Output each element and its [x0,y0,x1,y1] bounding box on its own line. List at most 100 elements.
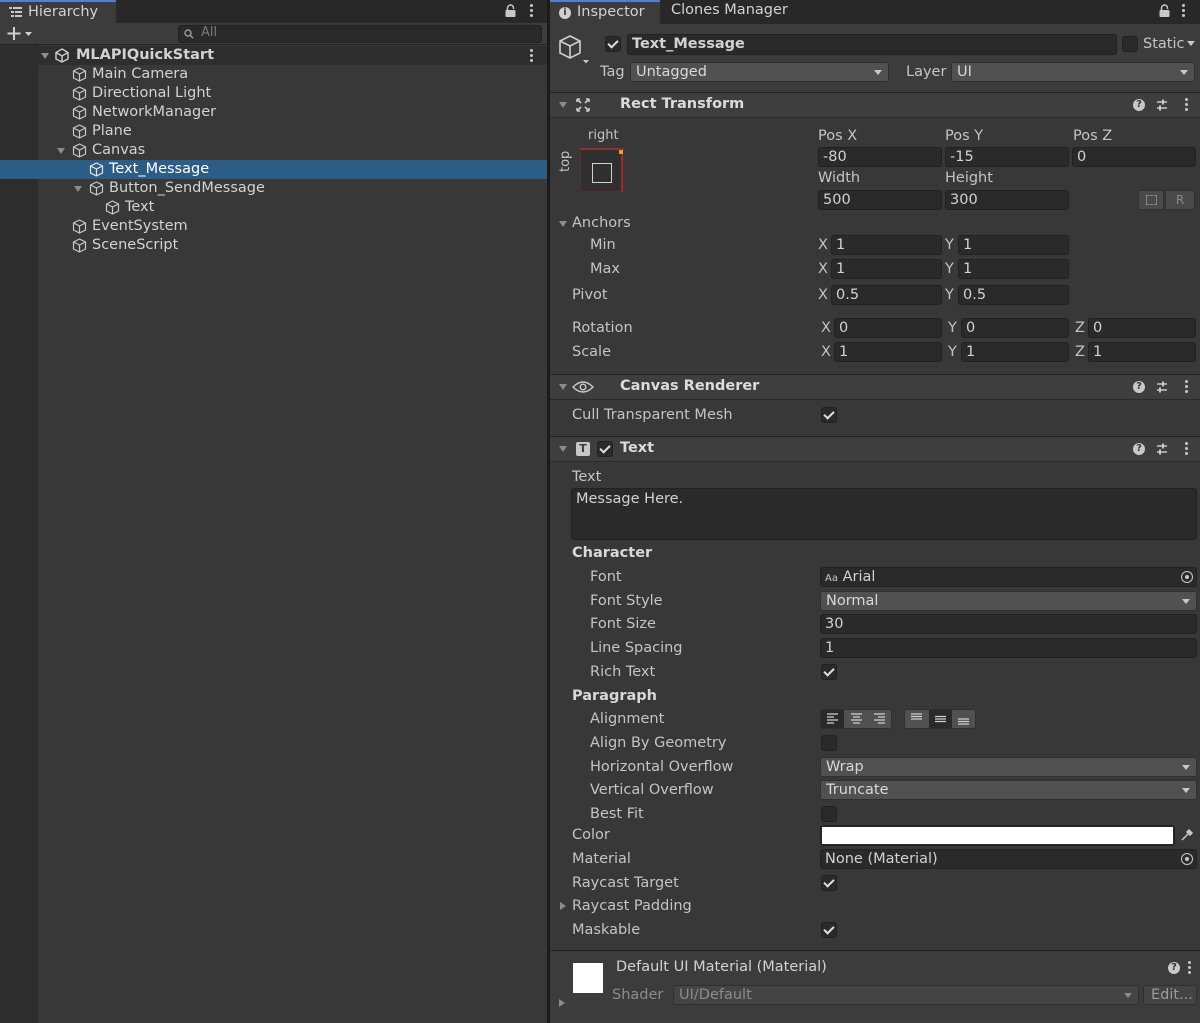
scene-menu-icon[interactable] [530,49,533,62]
object-picker-icon[interactable] [1181,853,1193,865]
shader-dropdown[interactable]: UI/Default [673,985,1139,1005]
canvas-renderer-header[interactable]: Canvas Renderer ? [550,374,1200,400]
height-field[interactable]: 300 [945,190,1069,210]
anchor-min-x-field[interactable]: 1 [831,235,942,255]
expand-arrow-icon[interactable] [41,53,49,59]
layer-dropdown[interactable]: UI [951,62,1195,82]
gameobject-icon[interactable] [558,34,594,68]
hierarchy-item-text-message[interactable]: Text_Message [0,160,547,179]
blueprint-mode-button[interactable] [1138,190,1164,210]
font-field[interactable]: Aa Arial [820,567,1197,587]
align-middle-button[interactable] [929,710,952,728]
font-size-field[interactable]: 30 [820,614,1197,634]
text-content-field[interactable]: Message Here. [571,488,1197,540]
hierarchy-item-directional-light[interactable]: Directional Light [0,84,547,103]
raycast-padding-fold-icon[interactable] [560,902,566,910]
shader-edit-button[interactable]: Edit... [1143,985,1197,1005]
object-name-field[interactable]: Text_Message [627,34,1117,55]
maskable-checkbox[interactable] [821,922,837,938]
material-field[interactable]: None (Material) [820,849,1197,869]
hierarchy-item-main-camera[interactable]: Main Camera [0,65,547,84]
vertical-overflow-dropdown[interactable]: Truncate [820,780,1197,800]
font-style-dropdown[interactable]: Normal [820,591,1197,611]
tab-clones-manager[interactable]: Clones Manager [671,2,788,18]
align-left-button[interactable] [821,710,844,728]
hierarchy-item-text[interactable]: Text [0,198,547,217]
horizontal-overflow-dropdown[interactable]: Wrap [820,757,1197,777]
tab-hierarchy[interactable]: Hierarchy [0,0,116,23]
expand-arrow-icon[interactable] [57,148,65,154]
help-icon[interactable]: ? [1133,443,1145,455]
pivot-x-field[interactable]: 0.5 [831,285,942,305]
hierarchy-item-plane[interactable]: Plane [0,122,547,141]
material-fold-icon[interactable] [559,999,565,1007]
pos-y-field[interactable]: -15 [945,147,1069,167]
hierarchy-menu-icon[interactable] [530,4,533,17]
fold-arrow-icon[interactable] [559,384,567,390]
lock-icon[interactable] [505,4,516,17]
hierarchy-item-button-sendmessage[interactable]: Button_SendMessage [0,179,547,198]
pos-z-field[interactable]: 0 [1072,147,1196,167]
scene-row[interactable]: MLAPIQuickStart [0,46,547,65]
align-bottom-button[interactable] [952,710,975,728]
rect-transform-header[interactable]: Rect Transform ? [550,92,1200,118]
anchor-max-y-field[interactable]: 1 [958,259,1069,279]
rotation-y-field[interactable]: 0 [961,318,1069,338]
scale-x-field[interactable]: 1 [834,342,942,362]
scale-z-field[interactable]: 1 [1088,342,1196,362]
rotation-z-field[interactable]: 0 [1088,318,1196,338]
eyedropper-icon[interactable] [1180,828,1194,842]
tag-dropdown[interactable]: Untagged [630,62,889,82]
help-icon[interactable]: ? [1133,381,1145,393]
best-fit-checkbox[interactable] [821,806,837,822]
anchors-fold-icon[interactable] [559,221,567,227]
material-preview[interactable] [573,963,603,993]
text-component-header[interactable]: T Text ? [550,436,1200,462]
maskable-label: Maskable [572,922,641,938]
static-checkbox[interactable] [1122,36,1138,52]
add-icon[interactable] [7,26,33,41]
align-right-button[interactable] [868,710,891,728]
pos-x-field[interactable]: -80 [818,147,942,167]
raycast-target-checkbox[interactable] [821,875,837,891]
tab-inspector[interactable]: i Inspector [550,0,660,24]
component-menu-icon[interactable] [1185,380,1188,393]
lock-icon[interactable] [1159,4,1170,17]
presets-icon[interactable] [1155,380,1169,394]
inspector-menu-icon[interactable] [1182,4,1185,17]
rotation-x-field[interactable]: 0 [834,318,942,338]
anchor-min-y-field[interactable]: 1 [958,235,1069,255]
line-spacing-field[interactable]: 1 [820,638,1197,658]
material-menu-icon[interactable] [1188,961,1191,974]
fold-arrow-icon[interactable] [559,102,567,108]
expand-arrow-icon[interactable] [74,186,82,192]
anchor-presets-button[interactable] [580,148,624,192]
presets-icon[interactable] [1155,98,1169,112]
hierarchy-item-network-manager[interactable]: NetworkManager [0,103,547,122]
rich-text-checkbox[interactable] [821,664,837,680]
pivot-y-field[interactable]: 0.5 [958,285,1069,305]
color-field[interactable] [820,825,1175,846]
hierarchy-item-canvas[interactable]: Canvas [0,141,547,160]
align-center-button[interactable] [845,710,868,728]
hierarchy-item-event-system[interactable]: EventSystem [0,217,547,236]
help-icon[interactable]: ? [1133,99,1145,111]
presets-icon[interactable] [1155,442,1169,456]
help-icon[interactable]: ? [1168,962,1180,974]
fold-arrow-icon[interactable] [559,446,567,452]
cull-transparent-mesh-checkbox[interactable] [821,407,837,423]
raw-edit-button[interactable]: R [1165,190,1195,210]
object-picker-icon[interactable] [1181,571,1193,583]
hierarchy-item-scene-script[interactable]: SceneScript [0,236,547,255]
static-dropdown-icon[interactable] [1187,41,1195,46]
component-menu-icon[interactable] [1185,442,1188,455]
align-top-button[interactable] [905,710,928,728]
anchor-max-x-field[interactable]: 1 [831,259,942,279]
text-enabled-checkbox[interactable] [597,441,613,457]
hierarchy-search-input[interactable]: All [178,25,542,43]
component-menu-icon[interactable] [1185,98,1188,111]
scale-y-field[interactable]: 1 [961,342,1069,362]
object-active-checkbox[interactable] [605,36,621,52]
width-field[interactable]: 500 [818,190,942,210]
align-by-geometry-checkbox[interactable] [821,735,837,751]
